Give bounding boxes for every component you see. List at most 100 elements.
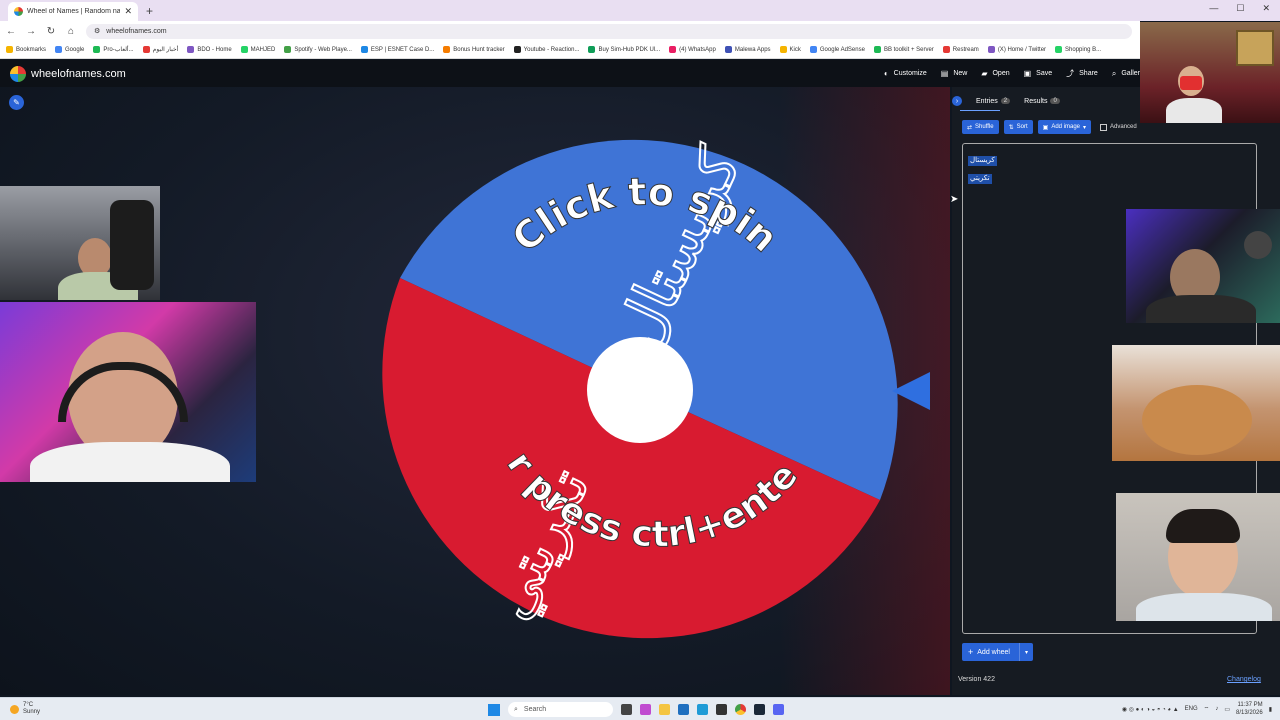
- bookmarks-bar: Bookmarks Google Pro-ألعاب... أخبار اليوم BD…: [0, 41, 1140, 59]
- notifications-icon[interactable]: ▮: [1269, 706, 1272, 713]
- discord-icon[interactable]: [773, 704, 784, 715]
- share-button[interactable]: ⤴ Share: [1066, 68, 1098, 79]
- bookmark-item[interactable]: BB toolkit + Server: [873, 46, 934, 53]
- shuffle-button[interactable]: ⇄ Shuffle: [962, 120, 999, 134]
- tab-results[interactable]: Results 0: [1024, 98, 1060, 105]
- windows-start-icon[interactable]: [488, 703, 500, 716]
- bookmark-item[interactable]: Bookmarks: [6, 46, 46, 53]
- share-label: Share: [1079, 70, 1098, 77]
- advanced-checkbox[interactable]: [1100, 123, 1108, 131]
- tab-results-count: 0: [1050, 98, 1060, 104]
- task-view-icon[interactable]: [621, 704, 632, 715]
- site-info-icon[interactable]: ⚙: [94, 27, 100, 35]
- language-indicator[interactable]: ENG: [1185, 706, 1198, 712]
- minimize-icon[interactable]: —: [1209, 3, 1218, 14]
- save-button[interactable]: ▣ Save: [1024, 69, 1053, 78]
- plus-icon: +: [968, 647, 974, 657]
- window-controls: — ☐ ✕: [1209, 3, 1270, 14]
- file-explorer-icon[interactable]: [659, 704, 670, 715]
- changelog-link[interactable]: Changelog: [1227, 676, 1261, 683]
- add-wheel-dropdown-icon[interactable]: ▾: [1019, 643, 1033, 661]
- chrome-icon[interactable]: [735, 704, 746, 715]
- close-tab-icon[interactable]: ✕: [124, 6, 132, 17]
- bookmark-label: أخبار اليوم: [152, 47, 179, 53]
- new-tab-icon[interactable]: +: [146, 4, 153, 18]
- app-icon[interactable]: [716, 704, 727, 715]
- advanced-toggle[interactable]: Advanced: [1100, 123, 1137, 131]
- name-wheel[interactable]: كريستال تكريتي Click to spin or press ct…: [372, 122, 908, 658]
- bookmark-item[interactable]: MAHJED: [240, 46, 275, 53]
- bookmark-item[interactable]: Buy Sim-Hub PDK Ul...: [588, 46, 660, 53]
- bookmark-item[interactable]: Kick: [779, 46, 801, 53]
- edit-pencil-icon[interactable]: ✎: [9, 95, 24, 110]
- bookmark-item[interactable]: BDO - Home: [187, 46, 232, 53]
- bookmark-item[interactable]: Google AdSense: [809, 46, 865, 53]
- url-field[interactable]: ⚙ wheelofnames.com: [86, 23, 1132, 39]
- bookmark-item[interactable]: ESP | ESNET Case D...: [360, 46, 435, 53]
- sort-button[interactable]: ⇅ Sort: [1003, 120, 1033, 134]
- bookmark-item[interactable]: Youtube - Reaction...: [513, 46, 579, 53]
- home-icon[interactable]: ⌂: [66, 26, 76, 37]
- maximize-icon[interactable]: ☐: [1236, 3, 1244, 14]
- new-label: New: [953, 70, 968, 77]
- webcam-feed-6: [1116, 493, 1280, 621]
- add-wheel-button[interactable]: + Add wheel ▾: [962, 643, 1033, 661]
- galler-button[interactable]: ⌕ Galler: [1112, 69, 1140, 79]
- app-header: wheelofnames.com ◐ Customize ▤ New ▰ Open ▣ Sav…: [0, 60, 1140, 87]
- copilot-icon[interactable]: [640, 704, 651, 715]
- weather-widget[interactable]: 7°C Sunny: [10, 702, 40, 716]
- new-button[interactable]: ▤ New: [941, 69, 968, 78]
- steam-icon[interactable]: [754, 704, 765, 715]
- bookmark-item[interactable]: Malewa Apps: [724, 46, 771, 53]
- webcam-feed-5: [1112, 345, 1280, 461]
- bookmark-item[interactable]: أخبار اليوم: [142, 46, 179, 53]
- brand-name[interactable]: wheelofnames.com: [31, 68, 126, 80]
- bookmark-item[interactable]: Bonus Hunt tracker: [443, 46, 505, 53]
- network-icon[interactable]: ⌔: [1204, 705, 1210, 713]
- sort-icon: ⇅: [1008, 124, 1014, 131]
- bookmark-favicon-icon: [873, 46, 881, 53]
- bookmark-label: Restream: [952, 46, 979, 53]
- clock[interactable]: 11:37 PM 8/13/2026: [1236, 701, 1263, 717]
- bookmark-item[interactable]: (4) WhatsApp: [669, 46, 716, 53]
- store-icon[interactable]: [678, 704, 689, 715]
- version-text: Version 422: [958, 676, 995, 683]
- bookmark-label: Google: [65, 46, 85, 53]
- customize-button[interactable]: ◐ Customize: [884, 69, 927, 78]
- open-label: Open: [992, 70, 1010, 77]
- back-icon[interactable]: ←: [6, 26, 16, 37]
- bookmark-item[interactable]: Google: [55, 46, 84, 53]
- reload-icon[interactable]: ↻: [46, 26, 56, 37]
- bookmark-item[interactable]: Restream: [942, 46, 979, 53]
- windows-taskbar: 7°C Sunny ⌕ Search ◉ ◎ ● ◐ ◑ ◒ ◓ ◔ ◕ ▲ E…: [0, 697, 1280, 720]
- tray-app-icons[interactable]: ◉ ◎ ● ◐ ◑ ◒ ◓ ◔ ◕ ▲: [1122, 706, 1179, 713]
- collapse-panel-icon[interactable]: ›: [952, 96, 962, 106]
- volume-icon[interactable]: ♪: [1215, 706, 1218, 712]
- taskbar-search[interactable]: ⌕ Search: [508, 702, 613, 717]
- battery-icon[interactable]: ▭: [1224, 706, 1230, 713]
- close-window-icon[interactable]: ✕: [1262, 3, 1270, 14]
- bookmark-item[interactable]: Spotify - Web Playe...: [284, 46, 352, 53]
- tab-entries[interactable]: Entries 2: [976, 98, 1011, 105]
- edge-icon[interactable]: [697, 704, 708, 715]
- bookmark-label: Spotify - Web Playe...: [294, 46, 352, 53]
- bookmark-item[interactable]: (X) Home / Twitter: [987, 46, 1046, 53]
- add-image-label: Add image: [1051, 124, 1081, 130]
- add-wheel-label: Add wheel: [977, 648, 1010, 656]
- bookmark-label: ESP | ESNET Case D...: [370, 46, 435, 53]
- open-button[interactable]: ▰ Open: [981, 69, 1009, 78]
- forward-icon[interactable]: →: [26, 26, 36, 37]
- wheel-logo-icon[interactable]: [10, 65, 26, 82]
- clock-date: 8/13/2026: [1235, 710, 1263, 716]
- bookmark-item[interactable]: Shopping B...: [1055, 46, 1101, 53]
- bookmark-favicon-icon: [240, 46, 248, 53]
- browser-tab[interactable]: Wheel of Names | Random nam ✕: [8, 2, 138, 21]
- image-icon: ▣: [1042, 124, 1049, 131]
- bookmark-item[interactable]: Pro-ألعاب...: [93, 46, 134, 53]
- panel-tabs: › Entries 2 Results 0: [952, 96, 1060, 106]
- webcam-feed-4: [1126, 209, 1280, 323]
- add-image-button[interactable]: ▣ Add image ▾: [1037, 120, 1092, 134]
- bookmark-label: Shopping B...: [1065, 46, 1102, 53]
- bookmark-favicon-icon: [187, 46, 195, 53]
- wheel-center[interactable]: [587, 337, 693, 443]
